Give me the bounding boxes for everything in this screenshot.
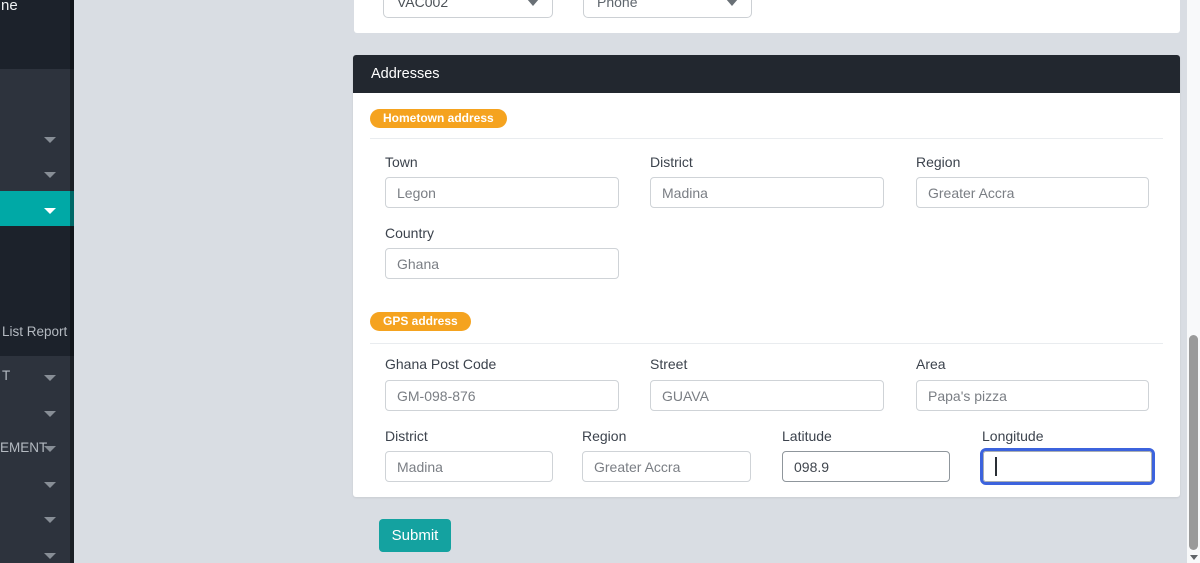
sidebar-submenu-panel <box>0 69 74 191</box>
chevron-down-icon <box>726 0 738 6</box>
vac-code-select-value: VAC002 <box>397 0 449 10</box>
sidebar-item-label-t[interactable]: T <box>2 368 10 383</box>
page-scrollbar[interactable] <box>1187 0 1200 563</box>
town-input[interactable] <box>385 177 619 208</box>
gps-region-label: Region <box>582 428 627 444</box>
latitude-label: Latitude <box>782 428 832 444</box>
region-label: Region <box>916 154 961 170</box>
divider <box>370 138 1163 139</box>
chevron-down-icon[interactable] <box>44 208 56 214</box>
gps-address-badge: GPS address <box>370 312 471 331</box>
ghana-post-code-input[interactable] <box>385 380 619 411</box>
chevron-down-icon[interactable] <box>44 553 56 559</box>
town-label: Town <box>385 154 418 170</box>
ghana-post-code-label: Ghana Post Code <box>385 356 497 372</box>
scrollbar-thumb[interactable] <box>1189 335 1198 550</box>
sidebar: ne List Report T EMENT <box>0 0 74 563</box>
contact-info-card: VAC002 Phone <box>354 0 1180 33</box>
longitude-focus-ring <box>980 448 1155 485</box>
scrollbar-down-arrow-icon[interactable] <box>1190 555 1198 560</box>
phone-select[interactable]: Phone <box>583 0 752 18</box>
text-cursor <box>995 457 997 476</box>
chevron-down-icon[interactable] <box>44 137 56 143</box>
street-label: Street <box>650 356 688 372</box>
divider <box>370 343 1163 344</box>
area-input[interactable] <box>916 380 1149 411</box>
chevron-down-icon[interactable] <box>44 482 56 488</box>
longitude-label: Longitude <box>982 428 1044 444</box>
region-input[interactable] <box>916 177 1149 208</box>
chevron-down-icon[interactable] <box>44 172 56 178</box>
gps-district-input[interactable] <box>385 451 553 482</box>
app-screen: ne List Report T EMENT VAC002 Phone Addr… <box>0 0 1200 563</box>
country-input[interactable] <box>385 248 619 279</box>
district-label: District <box>650 154 693 170</box>
street-input[interactable] <box>650 380 884 411</box>
submit-button[interactable]: Submit <box>379 519 451 552</box>
vac-code-select[interactable]: VAC002 <box>383 0 553 18</box>
hometown-address-badge: Hometown address <box>370 109 507 128</box>
sidebar-item-list-report[interactable]: List Report <box>2 324 67 339</box>
sidebar-scrollbar[interactable] <box>70 0 74 563</box>
gps-region-input[interactable] <box>582 451 751 482</box>
phone-select-value: Phone <box>597 0 638 10</box>
chevron-down-icon[interactable] <box>44 446 56 452</box>
addresses-header: Addresses <box>353 55 1180 93</box>
chevron-down-icon[interactable] <box>44 411 56 417</box>
district-input[interactable] <box>650 177 884 208</box>
sidebar-submenu-panel-lower <box>0 356 74 563</box>
country-label: Country <box>385 225 435 241</box>
sidebar-active-item[interactable] <box>0 191 74 226</box>
chevron-down-icon <box>527 0 539 6</box>
sidebar-item-label[interactable]: ne <box>1 0 18 14</box>
area-label: Area <box>916 356 946 372</box>
latitude-input[interactable] <box>782 451 950 482</box>
sidebar-item-label-ement[interactable]: EMENT <box>0 440 47 455</box>
chevron-down-icon[interactable] <box>44 517 56 523</box>
gps-district-label: District <box>385 428 428 444</box>
longitude-input[interactable] <box>983 451 1152 482</box>
addresses-card: Addresses Hometown address Town District… <box>353 55 1180 497</box>
chevron-down-icon[interactable] <box>44 375 56 381</box>
